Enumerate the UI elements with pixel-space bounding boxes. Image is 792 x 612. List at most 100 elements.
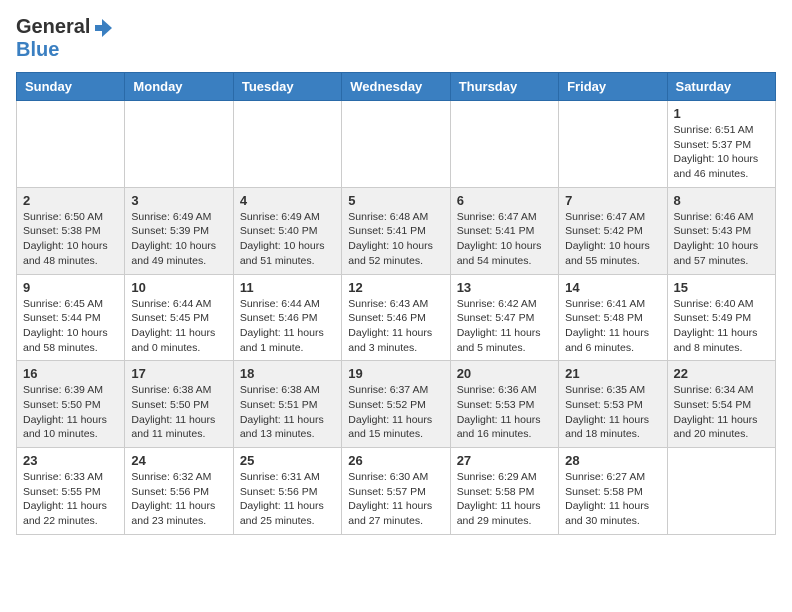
- day-info: Sunrise: 6:42 AM Sunset: 5:47 PM Dayligh…: [457, 297, 552, 356]
- day-info: Sunrise: 6:35 AM Sunset: 5:53 PM Dayligh…: [565, 383, 660, 442]
- day-number: 11: [240, 280, 335, 295]
- day-number: 24: [131, 453, 226, 468]
- calendar-row-2: 2 Sunrise: 6:50 AM Sunset: 5:38 PM Daylig…: [17, 187, 776, 274]
- calendar-cell: 8 Sunrise: 6:46 AM Sunset: 5:43 PM Daylig…: [667, 187, 775, 274]
- calendar-cell: 1 Sunrise: 6:51 AM Sunset: 5:37 PM Daylig…: [667, 101, 775, 188]
- day-info: Sunrise: 6:37 AM Sunset: 5:52 PM Dayligh…: [348, 383, 443, 442]
- calendar-cell: 15 Sunrise: 6:40 AM Sunset: 5:49 PM Dayli…: [667, 274, 775, 361]
- day-info: Sunrise: 6:49 AM Sunset: 5:39 PM Dayligh…: [131, 210, 226, 269]
- day-number: 21: [565, 366, 660, 381]
- calendar-cell: 18Sunrise: 6:38 AM Sunset: 5:51 PM Dayli…: [233, 361, 341, 448]
- day-number: 17: [131, 366, 226, 381]
- calendar-cell: 7 Sunrise: 6:47 AM Sunset: 5:42 PM Daylig…: [559, 187, 667, 274]
- calendar-cell: 22 Sunrise: 6:34 AM Sunset: 5:54 PM Dayli…: [667, 361, 775, 448]
- day-info: Sunrise: 6:27 AM Sunset: 5:58 PM Dayligh…: [565, 470, 660, 529]
- calendar-cell: 9 Sunrise: 6:45 AM Sunset: 5:44 PM Daylig…: [17, 274, 125, 361]
- day-number: 13: [457, 280, 552, 295]
- day-number: 9: [23, 280, 118, 295]
- logo-blue: Blue: [16, 39, 59, 61]
- calendar-cell: 13 Sunrise: 6:42 AM Sunset: 5:47 PM Dayli…: [450, 274, 558, 361]
- day-info: Sunrise: 6:51 AM Sunset: 5:37 PM Dayligh…: [674, 123, 769, 182]
- calendar-cell: 6 Sunrise: 6:47 AM Sunset: 5:41 PM Daylig…: [450, 187, 558, 274]
- day-info: Sunrise: 6:41 AM Sunset: 5:48 PM Dayligh…: [565, 297, 660, 356]
- calendar-row-3: 9 Sunrise: 6:45 AM Sunset: 5:44 PM Daylig…: [17, 274, 776, 361]
- logo: General Blue: [16, 16, 114, 62]
- day-number: 8: [674, 193, 769, 208]
- calendar-cell: 26 Sunrise: 6:30 AM Sunset: 5:57 PM Dayli…: [342, 448, 450, 535]
- day-number: 28: [565, 453, 660, 468]
- calendar-cell: [559, 101, 667, 188]
- calendar-cell: 16Sunrise: 6:39 AM Sunset: 5:50 PM Dayli…: [17, 361, 125, 448]
- day-info: Sunrise: 6:31 AM Sunset: 5:56 PM Dayligh…: [240, 470, 335, 529]
- day-number: 7: [565, 193, 660, 208]
- header-friday: Friday: [559, 73, 667, 101]
- logo-general: General: [16, 16, 90, 39]
- calendar-cell: 11 Sunrise: 6:44 AM Sunset: 5:46 PM Dayli…: [233, 274, 341, 361]
- calendar-cell: 17 Sunrise: 6:38 AM Sunset: 5:50 PM Dayli…: [125, 361, 233, 448]
- header-sunday: Sunday: [17, 73, 125, 101]
- calendar-cell: 27 Sunrise: 6:29 AM Sunset: 5:58 PM Dayli…: [450, 448, 558, 535]
- calendar-table: SundayMondayTuesdayWednesdayThursdayFrid…: [16, 72, 776, 535]
- calendar-row-4: 16Sunrise: 6:39 AM Sunset: 5:50 PM Dayli…: [17, 361, 776, 448]
- calendar-cell: [342, 101, 450, 188]
- day-number: 1: [674, 106, 769, 121]
- day-number: 5: [348, 193, 443, 208]
- day-number: 6: [457, 193, 552, 208]
- day-info: Sunrise: 6:38 AM Sunset: 5:51 PM Dayligh…: [240, 383, 335, 442]
- page-header: General Blue: [16, 16, 776, 62]
- calendar-cell: [233, 101, 341, 188]
- day-number: 4: [240, 193, 335, 208]
- header-tuesday: Tuesday: [233, 73, 341, 101]
- day-info: Sunrise: 6:39 AM Sunset: 5:50 PM Dayligh…: [23, 383, 118, 442]
- day-number: 2: [23, 193, 118, 208]
- calendar-cell: [17, 101, 125, 188]
- day-info: Sunrise: 6:50 AM Sunset: 5:38 PM Dayligh…: [23, 210, 118, 269]
- calendar-cell: 23 Sunrise: 6:33 AM Sunset: 5:55 PM Dayli…: [17, 448, 125, 535]
- day-info: Sunrise: 6:29 AM Sunset: 5:58 PM Dayligh…: [457, 470, 552, 529]
- day-info: Sunrise: 6:30 AM Sunset: 5:57 PM Dayligh…: [348, 470, 443, 529]
- day-info: Sunrise: 6:47 AM Sunset: 5:41 PM Dayligh…: [457, 210, 552, 269]
- day-info: Sunrise: 6:47 AM Sunset: 5:42 PM Dayligh…: [565, 210, 660, 269]
- day-info: Sunrise: 6:38 AM Sunset: 5:50 PM Dayligh…: [131, 383, 226, 442]
- calendar-cell: [450, 101, 558, 188]
- day-info: Sunrise: 6:36 AM Sunset: 5:53 PM Dayligh…: [457, 383, 552, 442]
- day-number: 25: [240, 453, 335, 468]
- day-number: 15: [674, 280, 769, 295]
- day-info: Sunrise: 6:44 AM Sunset: 5:46 PM Dayligh…: [240, 297, 335, 356]
- calendar-cell: [667, 448, 775, 535]
- header-saturday: Saturday: [667, 73, 775, 101]
- day-info: Sunrise: 6:44 AM Sunset: 5:45 PM Dayligh…: [131, 297, 226, 356]
- calendar-cell: 3 Sunrise: 6:49 AM Sunset: 5:39 PM Daylig…: [125, 187, 233, 274]
- day-info: Sunrise: 6:34 AM Sunset: 5:54 PM Dayligh…: [674, 383, 769, 442]
- header-wednesday: Wednesday: [342, 73, 450, 101]
- day-info: Sunrise: 6:48 AM Sunset: 5:41 PM Dayligh…: [348, 210, 443, 269]
- calendar-cell: 20Sunrise: 6:36 AM Sunset: 5:53 PM Dayli…: [450, 361, 558, 448]
- day-info: Sunrise: 6:40 AM Sunset: 5:49 PM Dayligh…: [674, 297, 769, 356]
- calendar-row-5: 23 Sunrise: 6:33 AM Sunset: 5:55 PM Dayli…: [17, 448, 776, 535]
- calendar-cell: 5 Sunrise: 6:48 AM Sunset: 5:41 PM Daylig…: [342, 187, 450, 274]
- day-info: Sunrise: 6:45 AM Sunset: 5:44 PM Dayligh…: [23, 297, 118, 356]
- day-info: Sunrise: 6:46 AM Sunset: 5:43 PM Dayligh…: [674, 210, 769, 269]
- header-thursday: Thursday: [450, 73, 558, 101]
- header-row: SundayMondayTuesdayWednesdayThursdayFrid…: [17, 73, 776, 101]
- day-info: Sunrise: 6:43 AM Sunset: 5:46 PM Dayligh…: [348, 297, 443, 356]
- day-number: 23: [23, 453, 118, 468]
- calendar-cell: 25 Sunrise: 6:31 AM Sunset: 5:56 PM Dayli…: [233, 448, 341, 535]
- calendar-cell: 19 Sunrise: 6:37 AM Sunset: 5:52 PM Dayli…: [342, 361, 450, 448]
- day-info: Sunrise: 6:49 AM Sunset: 5:40 PM Dayligh…: [240, 210, 335, 269]
- day-number: 22: [674, 366, 769, 381]
- day-info: Sunrise: 6:32 AM Sunset: 5:56 PM Dayligh…: [131, 470, 226, 529]
- logo-icon: [92, 17, 114, 39]
- header-monday: Monday: [125, 73, 233, 101]
- calendar-cell: 21 Sunrise: 6:35 AM Sunset: 5:53 PM Dayli…: [559, 361, 667, 448]
- calendar-cell: 12Sunrise: 6:43 AM Sunset: 5:46 PM Dayli…: [342, 274, 450, 361]
- day-number: 3: [131, 193, 226, 208]
- calendar-cell: 14 Sunrise: 6:41 AM Sunset: 5:48 PM Dayli…: [559, 274, 667, 361]
- calendar-cell: 10Sunrise: 6:44 AM Sunset: 5:45 PM Dayli…: [125, 274, 233, 361]
- day-number: 19: [348, 366, 443, 381]
- day-number: 14: [565, 280, 660, 295]
- day-number: 27: [457, 453, 552, 468]
- calendar-row-1: 1 Sunrise: 6:51 AM Sunset: 5:37 PM Daylig…: [17, 101, 776, 188]
- day-info: Sunrise: 6:33 AM Sunset: 5:55 PM Dayligh…: [23, 470, 118, 529]
- day-number: 26: [348, 453, 443, 468]
